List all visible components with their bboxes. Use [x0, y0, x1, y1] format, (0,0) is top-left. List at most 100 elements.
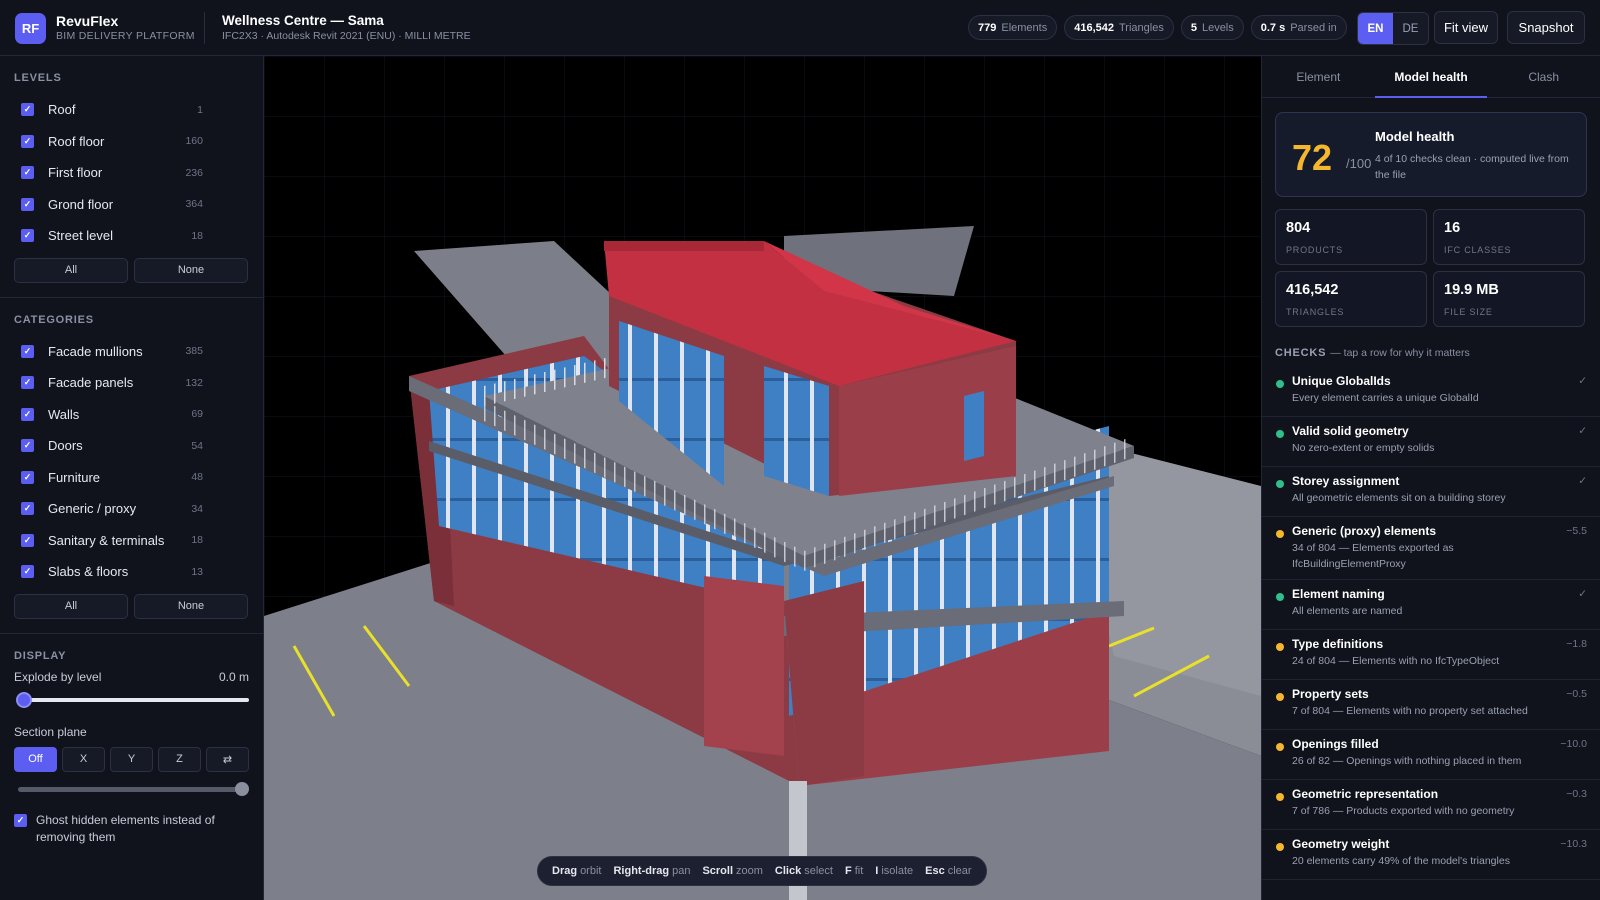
checkbox[interactable]: ✓	[21, 229, 34, 243]
category-count: 54	[191, 439, 203, 452]
pill-value: 779	[978, 21, 997, 34]
pill-triangles: 416,542 Triangles	[1064, 15, 1174, 40]
status-warn-dot	[1276, 843, 1284, 851]
level-row-street-level[interactable]: ✓ Street level 18	[14, 220, 249, 252]
check-row[interactable]: Unique GlobalIds Every element carries a …	[1262, 367, 1600, 417]
check-score: ✓	[1578, 588, 1587, 600]
category-label: Facade panels	[48, 375, 134, 391]
stat-label: TRIANGLES	[1286, 307, 1345, 317]
language-switch: EN DE	[1357, 12, 1429, 45]
lang-en-button[interactable]: EN	[1358, 13, 1393, 44]
pill-label: Levels	[1201, 21, 1234, 34]
explode-label: Explode by level	[14, 669, 102, 684]
checkbox[interactable]: ✓	[21, 344, 34, 358]
checkbox[interactable]: ✓	[21, 470, 34, 484]
check-row[interactable]: Storey assignment All geometric elements …	[1262, 467, 1600, 517]
check-title: Type definitions	[1292, 637, 1384, 651]
level-row-roof-floor[interactable]: ✓ Roof floor 160	[14, 126, 249, 158]
pill-label: Parsed in	[1290, 21, 1337, 34]
section-flip-button[interactable]: ⇄	[206, 746, 249, 772]
category-row[interactable]: ✓ Sanitary & terminals 18	[14, 525, 249, 557]
hint-key: Scroll	[702, 865, 734, 877]
app-name: RevuFlex	[56, 13, 119, 29]
checkbox[interactable]: ✓	[21, 533, 34, 547]
category-row[interactable]: ✓ Doors 54	[14, 430, 249, 462]
category-row[interactable]: ✓ Slabs & floors 13	[14, 556, 249, 588]
explode-value: 0.0 m	[218, 669, 249, 684]
tab-element[interactable]: Element	[1262, 56, 1375, 97]
check-row[interactable]: Geometric representation 7 of 786 — Produ…	[1262, 780, 1600, 830]
check-row[interactable]: Openings filled 26 of 82 — Openings with …	[1262, 730, 1600, 780]
project-info: Wellness Centre — Sama IFC2X3 · Autodesk…	[222, 13, 471, 42]
lang-de-button[interactable]: DE	[1393, 13, 1428, 44]
section-slider[interactable]	[14, 781, 249, 796]
hint-action: zoom	[736, 865, 763, 877]
category-count: 69	[191, 408, 203, 421]
category-row[interactable]: ✓ Facade mullions 385	[14, 336, 249, 368]
level-row-ground-floor[interactable]: ✓ Grond floor 364	[14, 189, 249, 221]
check-row[interactable]: Element naming All elements are named ✓	[1262, 580, 1600, 630]
check-row[interactable]: Property sets 7 of 804 — Elements with no…	[1262, 680, 1600, 730]
slider-track	[20, 697, 249, 702]
checks-hint: — tap a row for why it matters	[1330, 347, 1470, 359]
stat-triangles: 416,542 TRIANGLES	[1275, 271, 1427, 327]
checkbox[interactable]: ✓	[21, 439, 34, 453]
stat-value: 19.9 MB	[1444, 282, 1499, 298]
app-tagline: BIM DELIVERY PLATFORM	[56, 30, 195, 42]
status-ok-dot	[1276, 430, 1284, 438]
section-x-button[interactable]: X	[62, 746, 105, 772]
category-row[interactable]: ✓ Furniture 48	[14, 462, 249, 494]
tab-model-health[interactable]: Model health	[1374, 56, 1488, 98]
category-row[interactable]: ✓ Facade panels 132	[14, 367, 249, 399]
tab-clash[interactable]: Clash	[1487, 56, 1600, 97]
section-y-button[interactable]: Y	[110, 746, 153, 772]
category-label: Generic / proxy	[48, 501, 137, 517]
explode-row: Explode by level 0.0 m	[14, 670, 249, 684]
check-row[interactable]: Geometry weight 20 elements carry 49% of …	[1262, 830, 1600, 880]
levels-none-button[interactable]: None	[134, 257, 248, 283]
check-title: Valid solid geometry	[1292, 424, 1409, 438]
check-row[interactable]: Valid solid geometry No zero-extent or em…	[1262, 417, 1600, 467]
snapshot-button[interactable]: Snapshot	[1507, 11, 1585, 44]
categories-all-button[interactable]: All	[14, 593, 128, 619]
checkbox[interactable]: ✓	[21, 407, 34, 421]
status-ok-dot	[1276, 480, 1284, 488]
check-row[interactable]: Generic (proxy) elements 34 of 804 — Elem…	[1262, 517, 1600, 580]
display-title: DISPLAY	[14, 649, 67, 662]
hint-key: Esc	[925, 865, 945, 877]
levels-all-button[interactable]: All	[14, 257, 128, 283]
level-row-roof[interactable]: ✓ Roof 1	[14, 94, 249, 126]
checkbox[interactable]: ✓	[21, 376, 34, 390]
check-score: ✓	[1578, 375, 1587, 387]
check-row[interactable]: Type definitions 24 of 804 — Elements wit…	[1262, 630, 1600, 680]
section-plane-segments: Off X Y Z ⇄	[14, 746, 249, 772]
level-row-first-floor[interactable]: ✓ First floor 236	[14, 157, 249, 189]
3d-viewport[interactable]	[264, 56, 1261, 900]
fit-view-button[interactable]: Fit view	[1434, 11, 1498, 44]
checkbox[interactable]: ✓	[21, 166, 34, 180]
section-off-button[interactable]: Off	[14, 746, 57, 772]
checkbox[interactable]: ✓	[21, 565, 34, 579]
checkbox[interactable]: ✓	[14, 813, 27, 827]
hint-action: clear	[947, 865, 972, 877]
hint-orbit: Drag orbit	[552, 865, 601, 877]
top-bar: RF RevuFlex BIM DELIVERY PLATFORM Wellne…	[0, 0, 1600, 56]
explode-slider[interactable]	[14, 691, 249, 708]
slider-thumb[interactable]	[235, 781, 249, 796]
hint-action: isolate	[881, 865, 914, 877]
slider-thumb[interactable]	[16, 691, 32, 708]
section-z-button[interactable]: Z	[158, 746, 201, 772]
category-row[interactable]: ✓ Walls 69	[14, 399, 249, 431]
controls-hint-bar: Drag orbit Right-drag pan Scroll zoom Click…	[537, 856, 987, 886]
hint-pan: Right-drag pan	[613, 865, 690, 877]
ghost-option[interactable]: ✓ Ghost hidden elements instead of removi…	[14, 812, 249, 846]
stat-file-size: 19.9 MB FILE SIZE	[1433, 271, 1585, 327]
category-row[interactable]: ✓ Generic / proxy 34	[14, 493, 249, 525]
check-score: ✓	[1578, 475, 1587, 487]
categories-none-button[interactable]: None	[134, 593, 248, 619]
checkbox[interactable]: ✓	[21, 103, 34, 117]
health-score: 72	[1292, 137, 1333, 178]
checkbox[interactable]: ✓	[21, 197, 34, 211]
checkbox[interactable]: ✓	[21, 134, 34, 148]
checkbox[interactable]: ✓	[21, 502, 34, 516]
